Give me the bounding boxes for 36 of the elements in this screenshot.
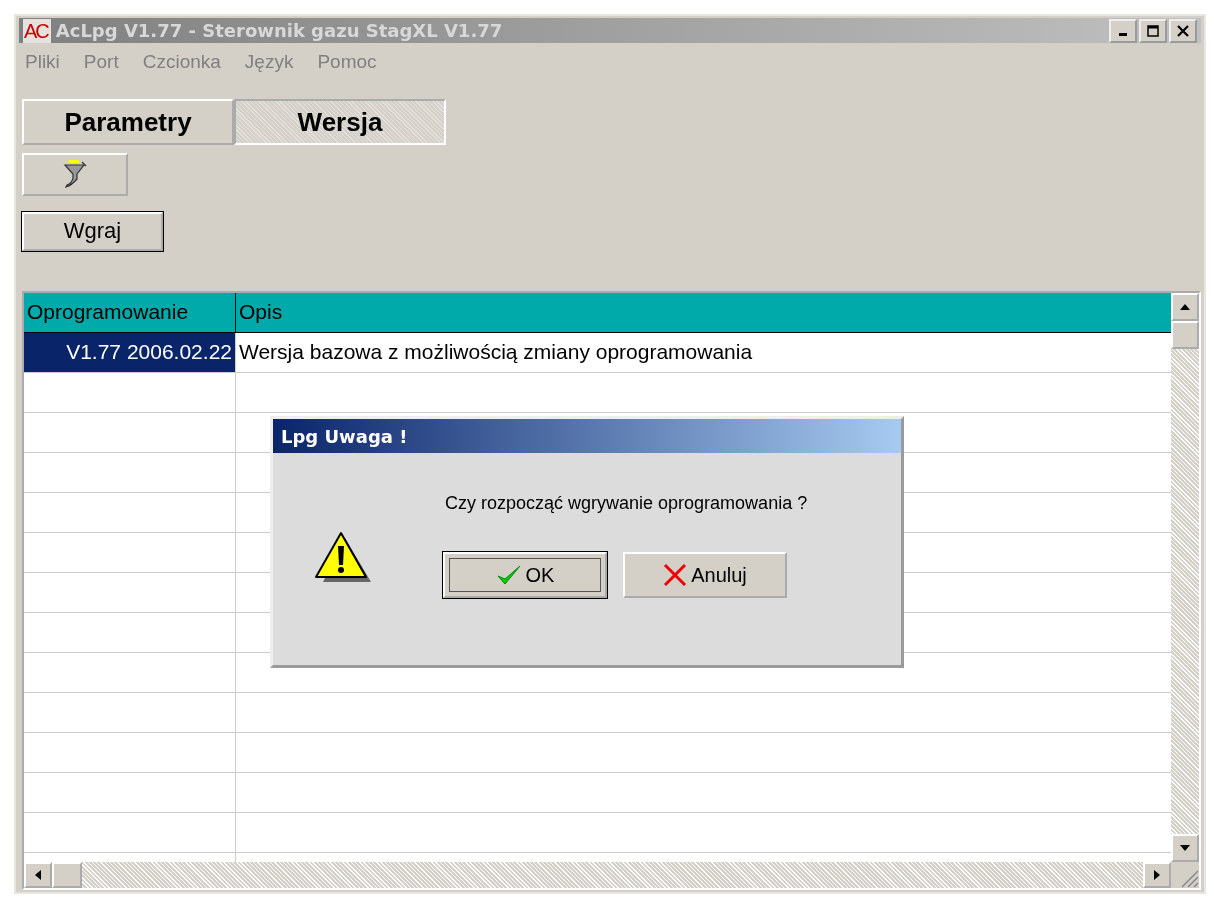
table-cell-text: Wersja bazowa z możliwością zmiany oprogramowania xyxy=(238,339,754,366)
window-title: AcLpg V1.77 - Sterownik gazu StagXL V1.77 xyxy=(55,20,504,42)
dialog-message: Czy rozpocząć wgrywanie oprogramowania ? xyxy=(445,493,808,514)
close-icon xyxy=(1177,24,1189,37)
scroll-left-button[interactable] xyxy=(24,862,52,888)
minimize-icon xyxy=(1119,33,1127,37)
up-arrow-icon xyxy=(1180,304,1190,310)
table-cell: V1.77 2006.02.22 xyxy=(24,333,236,372)
upload-button[interactable]: Wgraj xyxy=(22,211,163,251)
maximize-icon xyxy=(1147,24,1159,37)
minimize-button[interactable] xyxy=(1109,18,1137,43)
checkmark-icon xyxy=(495,564,522,586)
cross-icon xyxy=(663,563,688,587)
tab[interactable]: Wersja xyxy=(234,99,446,146)
scroll-right-button[interactable] xyxy=(1143,862,1171,888)
close-button[interactable] xyxy=(1169,18,1197,43)
warning-icon xyxy=(313,529,373,585)
down-arrow-icon xyxy=(1180,845,1190,851)
tab[interactable]: Parametry xyxy=(22,99,234,146)
right-arrow-icon xyxy=(1154,870,1160,880)
horizontal-scrollbar[interactable] xyxy=(24,862,1199,888)
scroll-thumb[interactable] xyxy=(52,862,82,888)
scroll-up-button[interactable] xyxy=(1171,293,1199,321)
dialog-title: Lpg Uwaga ! xyxy=(273,419,901,453)
scroll-down-button[interactable] xyxy=(1171,834,1199,862)
scroll-thumb[interactable] xyxy=(1171,321,1199,349)
funnel-icon xyxy=(62,159,88,190)
app-logo: AC xyxy=(23,18,51,43)
left-arrow-icon xyxy=(35,870,41,880)
vertical-scrollbar[interactable] xyxy=(1171,293,1199,862)
column-header[interactable]: Opis xyxy=(236,293,1171,332)
ok-button[interactable]: OK xyxy=(443,552,607,598)
maximize-button[interactable] xyxy=(1139,18,1167,43)
funnel-button[interactable] xyxy=(22,153,128,196)
column-header[interactable]: Oprogramowanie xyxy=(24,293,236,332)
cancel-button[interactable]: Anuluj xyxy=(623,552,787,598)
